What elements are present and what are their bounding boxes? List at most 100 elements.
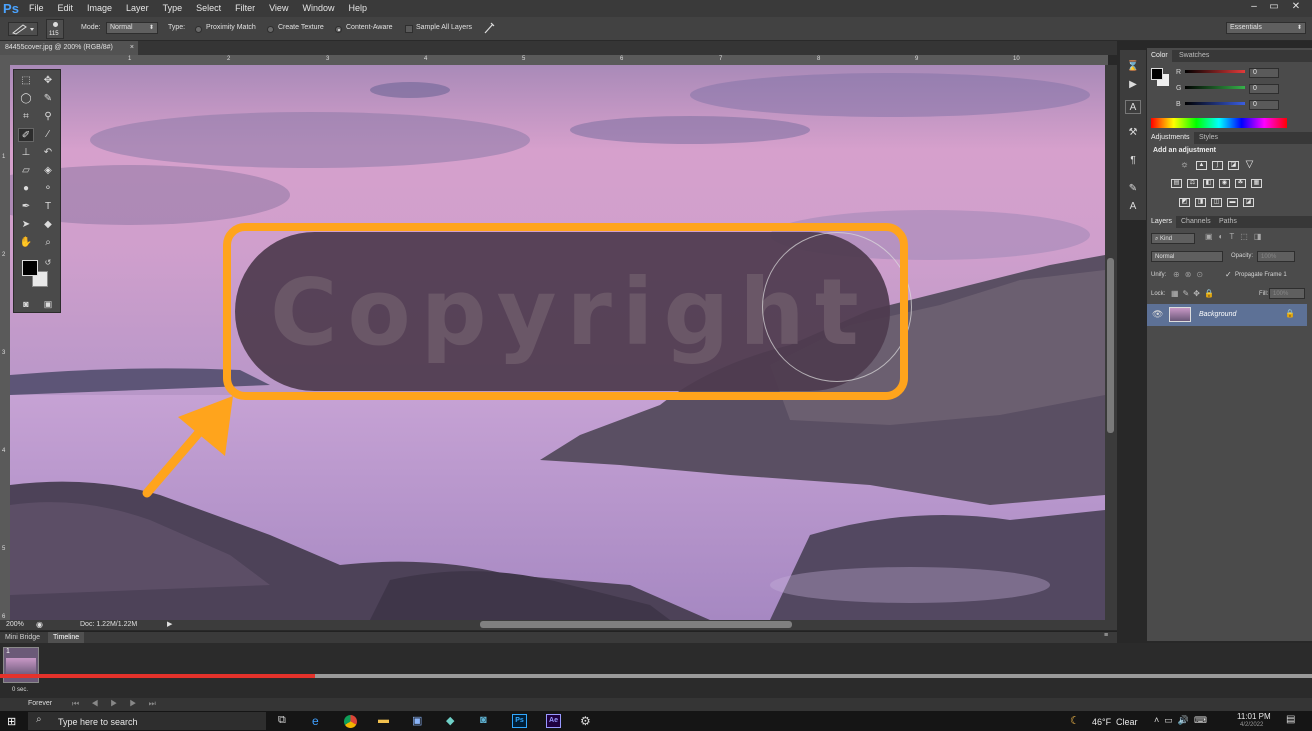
- brightness-icon[interactable]: ☼: [1179, 160, 1190, 170]
- crop-tool-icon[interactable]: ⌗: [18, 110, 34, 124]
- tab-layers[interactable]: Layers: [1147, 216, 1177, 228]
- notifications-icon[interactable]: ▤: [1286, 714, 1295, 725]
- menu-window[interactable]: Window: [295, 0, 341, 17]
- document-canvas[interactable]: Copyright: [10, 65, 1105, 620]
- opacity-field[interactable]: 100%: [1257, 251, 1295, 262]
- menu-image[interactable]: Image: [80, 0, 119, 17]
- minimize-button[interactable]: –: [1246, 1, 1262, 15]
- tab-color[interactable]: Color: [1147, 50, 1172, 62]
- pen-tool-icon[interactable]: ✒: [18, 200, 34, 214]
- after-effects-taskbar-icon[interactable]: Ae: [546, 714, 561, 728]
- restore-button[interactable]: ▭: [1266, 1, 1282, 15]
- color-spectrum[interactable]: [1151, 118, 1287, 128]
- lock-icons[interactable]: ▦✎✥🔒: [1171, 289, 1218, 298]
- blend-mode-select[interactable]: Normal: [1151, 251, 1223, 262]
- foreground-color-swatch[interactable]: [1151, 68, 1163, 80]
- channel-mixer-icon[interactable]: ☘: [1235, 179, 1246, 188]
- zoom-tool-icon[interactable]: ⌕: [40, 236, 56, 250]
- menu-filter[interactable]: Filter: [228, 0, 262, 17]
- app-icon[interactable]: ◆: [446, 714, 454, 727]
- clone-stamp-tool-icon[interactable]: ⊥: [18, 146, 34, 160]
- settings-gear-icon[interactable]: ⚙: [580, 714, 591, 728]
- brush-panel-icon[interactable]: ✎: [1125, 182, 1141, 196]
- character-styles-icon[interactable]: A: [1125, 200, 1141, 214]
- blue-value[interactable]: 0: [1249, 100, 1279, 110]
- move-tool-icon[interactable]: ✥: [40, 74, 56, 88]
- app-icon[interactable]: ◙: [480, 714, 487, 726]
- marquee-tool-icon[interactable]: ⬚: [18, 74, 34, 88]
- black-white-icon[interactable]: ◧: [1203, 179, 1214, 188]
- color-balance-icon[interactable]: ⚖: [1187, 179, 1198, 188]
- layer-filter-icons[interactable]: ▣◐T⬚◨: [1205, 232, 1267, 241]
- quick-selection-tool-icon[interactable]: ✎: [40, 92, 56, 106]
- color-lookup-icon[interactable]: ▦: [1251, 179, 1262, 188]
- green-value[interactable]: 0: [1249, 84, 1279, 94]
- vertical-scroll-thumb[interactable]: [1107, 258, 1114, 433]
- photoshop-taskbar-icon[interactable]: Ps: [512, 714, 527, 728]
- blur-tool-icon[interactable]: ●: [18, 182, 34, 196]
- posterize-icon[interactable]: ◨: [1195, 198, 1206, 207]
- curves-icon[interactable]: ∫: [1212, 161, 1223, 170]
- shape-tool-icon[interactable]: ◆: [40, 218, 56, 232]
- task-view-icon[interactable]: ⧉: [278, 714, 286, 727]
- loop-select[interactable]: Forever: [28, 700, 52, 707]
- status-menu-arrow-icon[interactable]: ▶: [167, 620, 172, 628]
- eyedropper-tool-icon[interactable]: ⚲: [40, 110, 56, 124]
- paint-bucket-tool-icon[interactable]: ◈: [40, 164, 56, 178]
- content-aware-radio[interactable]: [335, 26, 342, 33]
- blue-slider[interactable]: [1185, 102, 1245, 105]
- layer-row-background[interactable]: 👁 Background 🔒: [1147, 304, 1307, 326]
- document-tab[interactable]: 84455cover.jpg @ 200% (RGB/8#) ×: [0, 41, 138, 55]
- path-selection-tool-icon[interactable]: ➤: [18, 218, 34, 232]
- photo-filter-icon[interactable]: ◉: [1219, 179, 1230, 188]
- spot-healing-brush-tool-icon[interactable]: ✐: [18, 128, 34, 142]
- chrome-browser-icon[interactable]: [344, 715, 357, 728]
- menu-layer[interactable]: Layer: [119, 0, 156, 17]
- tool-presets-icon[interactable]: ⚒: [1125, 126, 1141, 140]
- frame-delay[interactable]: 0 sec.: [12, 687, 28, 693]
- type-tool-icon[interactable]: T: [40, 200, 56, 214]
- taskbar-search-box[interactable]: ⌕ Type here to search: [28, 712, 266, 730]
- tab-styles[interactable]: Styles: [1195, 132, 1222, 144]
- workspace-switcher[interactable]: Essentials ⬍: [1226, 22, 1306, 34]
- actions-panel-icon[interactable]: ▶: [1125, 78, 1141, 92]
- propagate-checkbox-icon[interactable]: ✓: [1225, 270, 1232, 279]
- clock-date[interactable]: 4/2/2022: [1240, 722, 1263, 728]
- menu-type[interactable]: Type: [156, 0, 190, 17]
- system-tray-icons[interactable]: ˄▭🔊⌨: [1154, 715, 1212, 726]
- screen-mode-icon[interactable]: ▣: [40, 297, 56, 311]
- fill-field[interactable]: 100%: [1269, 288, 1305, 299]
- proximity-match-radio[interactable]: [195, 26, 202, 33]
- hue-saturation-icon[interactable]: ▤: [1171, 179, 1182, 188]
- menu-help[interactable]: Help: [341, 0, 374, 17]
- visibility-eye-icon[interactable]: 👁: [1152, 309, 1163, 320]
- tab-swatches[interactable]: Swatches: [1175, 50, 1213, 62]
- clock-time[interactable]: 11:01 PM: [1237, 712, 1271, 721]
- tab-channels[interactable]: Channels: [1177, 216, 1215, 228]
- playback-controls-icon[interactable]: ⏮◀▶▶⏭: [72, 699, 168, 709]
- dodge-tool-icon[interactable]: ⚬: [40, 182, 56, 196]
- zoom-level[interactable]: 200%: [6, 621, 24, 628]
- red-slider[interactable]: [1185, 70, 1245, 73]
- threshold-icon[interactable]: ◫: [1211, 198, 1222, 207]
- create-texture-radio[interactable]: [267, 26, 274, 33]
- menu-file[interactable]: File: [22, 0, 51, 17]
- swap-colors-icon[interactable]: ↺: [40, 256, 56, 270]
- character-panel-icon[interactable]: A: [1125, 100, 1141, 114]
- red-value[interactable]: 0: [1249, 68, 1279, 78]
- menu-view[interactable]: View: [262, 0, 295, 17]
- brush-size-picker[interactable]: 115: [46, 19, 64, 39]
- weather-desc[interactable]: Clear: [1116, 717, 1138, 727]
- windows-start-icon[interactable]: ⊞: [7, 715, 16, 728]
- tab-paths[interactable]: Paths: [1215, 216, 1241, 228]
- menu-select[interactable]: Select: [189, 0, 228, 17]
- invert-icon[interactable]: ◩: [1179, 198, 1190, 207]
- green-slider[interactable]: [1185, 86, 1245, 89]
- hand-tool-icon[interactable]: ✋: [18, 236, 34, 250]
- panel-menu-icon[interactable]: ≡: [1104, 632, 1108, 639]
- gradient-map-icon[interactable]: ▬: [1227, 198, 1238, 207]
- status-info-icon[interactable]: ◉: [36, 620, 43, 629]
- tool-preset-picker[interactable]: [8, 22, 38, 36]
- levels-icon[interactable]: ▲: [1196, 161, 1207, 170]
- eraser-tool-icon[interactable]: ▱: [18, 164, 34, 178]
